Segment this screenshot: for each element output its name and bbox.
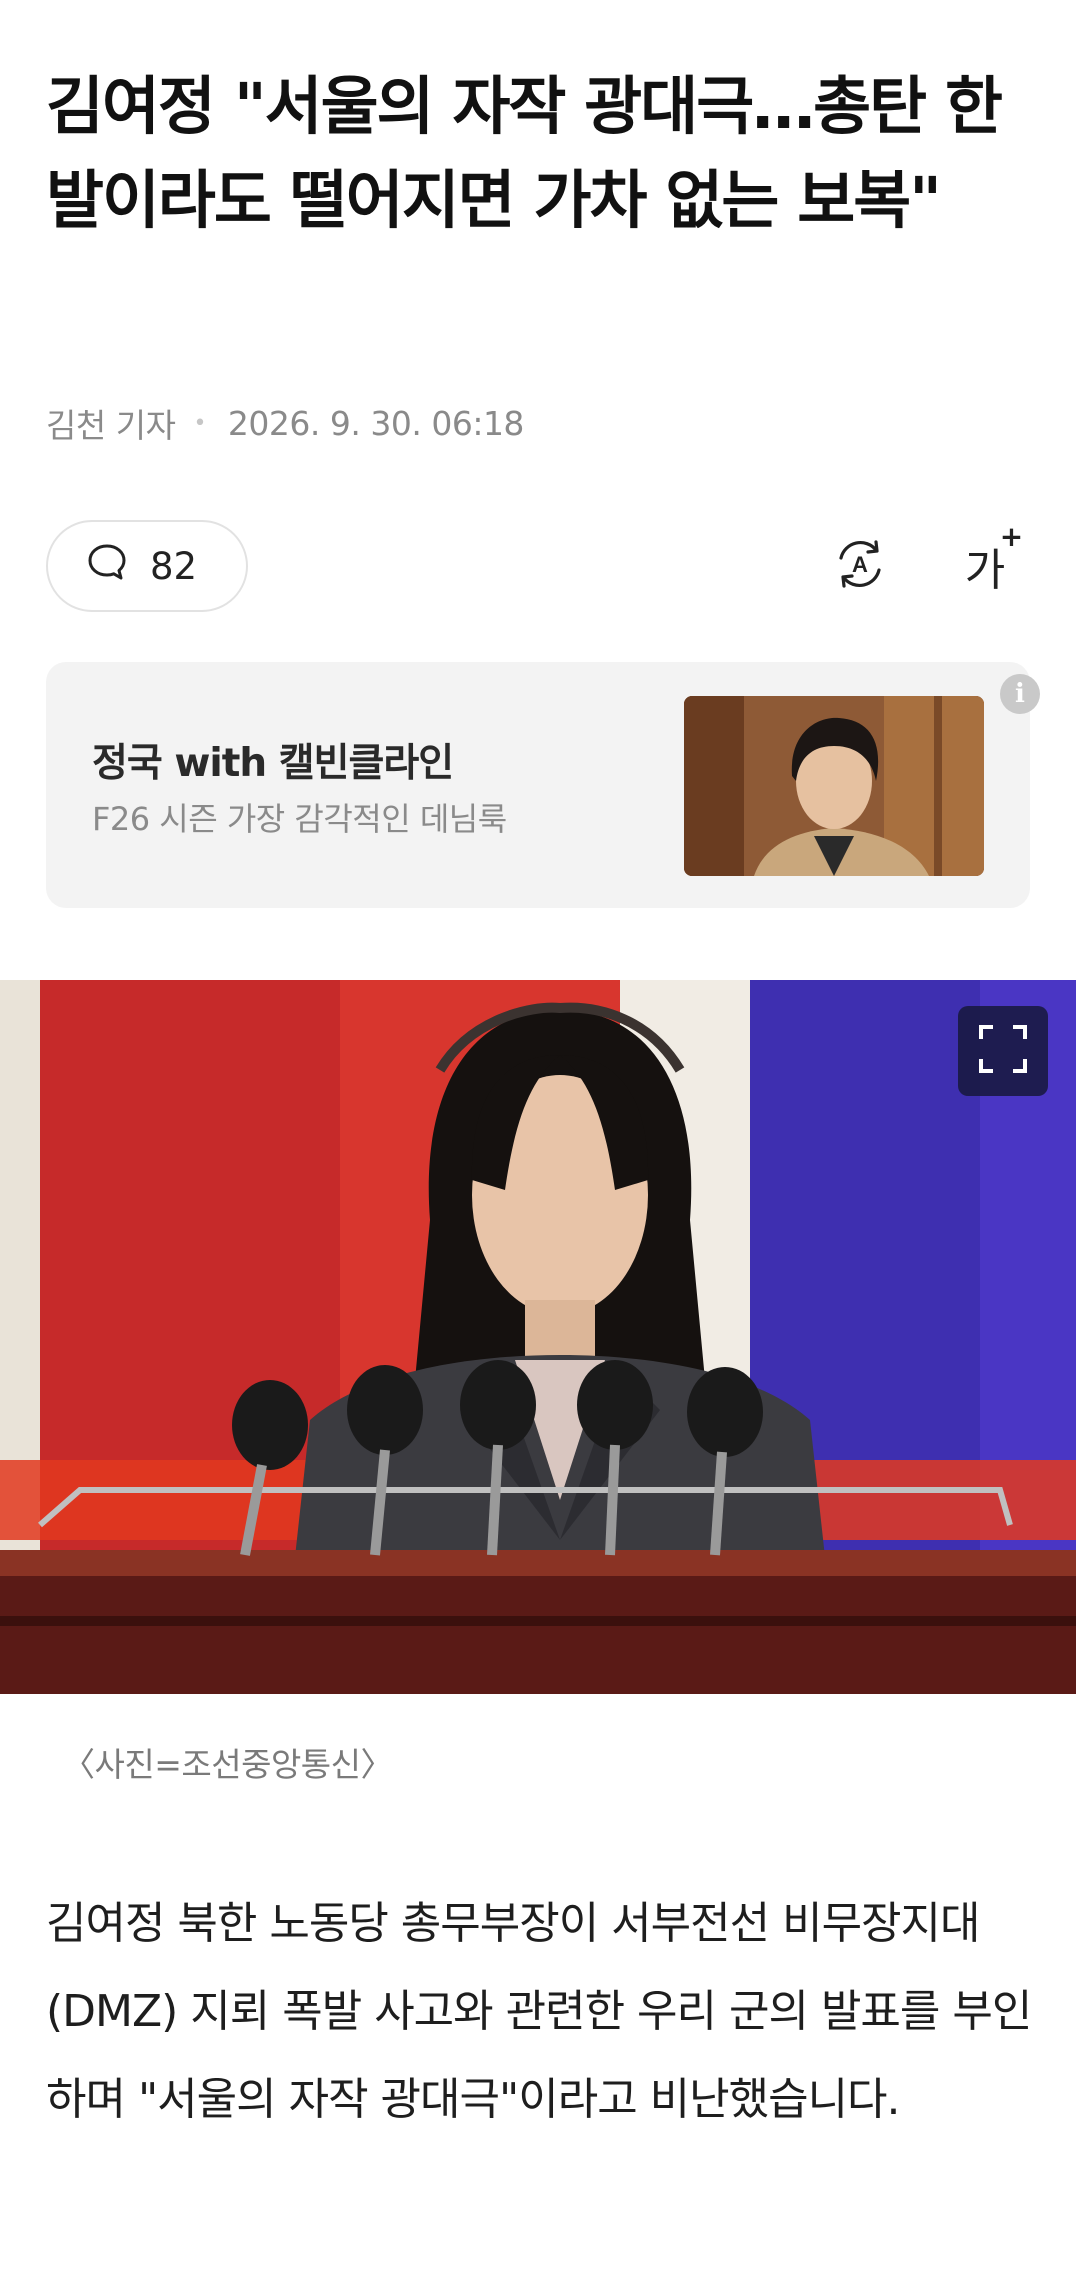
comment-count: 82 [150, 544, 198, 588]
sponsored-card[interactable]: 정국 with 캘빈클라인 F26 시즌 가장 감각적인 데님룩 i [46, 662, 1040, 908]
font-size-button[interactable]: 가 + [945, 520, 1025, 606]
article-body: 김여정 북한 노동당 총무부장이 서부전선 비무장지대(DMZ) 지뢰 폭발 사… [46, 1898, 1032, 2125]
reporter-name[interactable]: 김천 기자 [46, 399, 176, 447]
font-size-label: 가 + [964, 520, 1024, 596]
comment-button[interactable]: 82 [46, 520, 248, 612]
translate-icon: A [830, 534, 890, 598]
font-size-plus: + [999, 520, 1024, 553]
fullscreen-icon [977, 1023, 1029, 1079]
comment-icon [86, 541, 128, 592]
publish-datetime: 2026. 9. 30. 06:18 [227, 403, 525, 443]
ad-info-icon[interactable]: i [1000, 674, 1040, 714]
ad-title: 정국 with 캘빈클라인 [92, 741, 454, 786]
article-byline: 김천 기자 • 2026. 9. 30. 06:18 [46, 398, 524, 448]
byline-separator: • [193, 410, 206, 436]
article-headline: 김여정 "서울의 자작 광대극…총탄 한발이라도 떨어지면 가차 없는 보복" [46, 70, 1003, 237]
svg-text:A: A [852, 552, 868, 577]
article-photo [0, 980, 1076, 1694]
ad-subtitle: F26 시즌 가장 감각적인 데님룩 [92, 800, 507, 838]
translate-button[interactable]: A [820, 526, 900, 606]
ad-thumbnail [684, 696, 984, 876]
photo-caption: 〈사진=조선중앙통신〉 [62, 1745, 394, 1784]
expand-photo-button[interactable] [958, 1006, 1048, 1096]
